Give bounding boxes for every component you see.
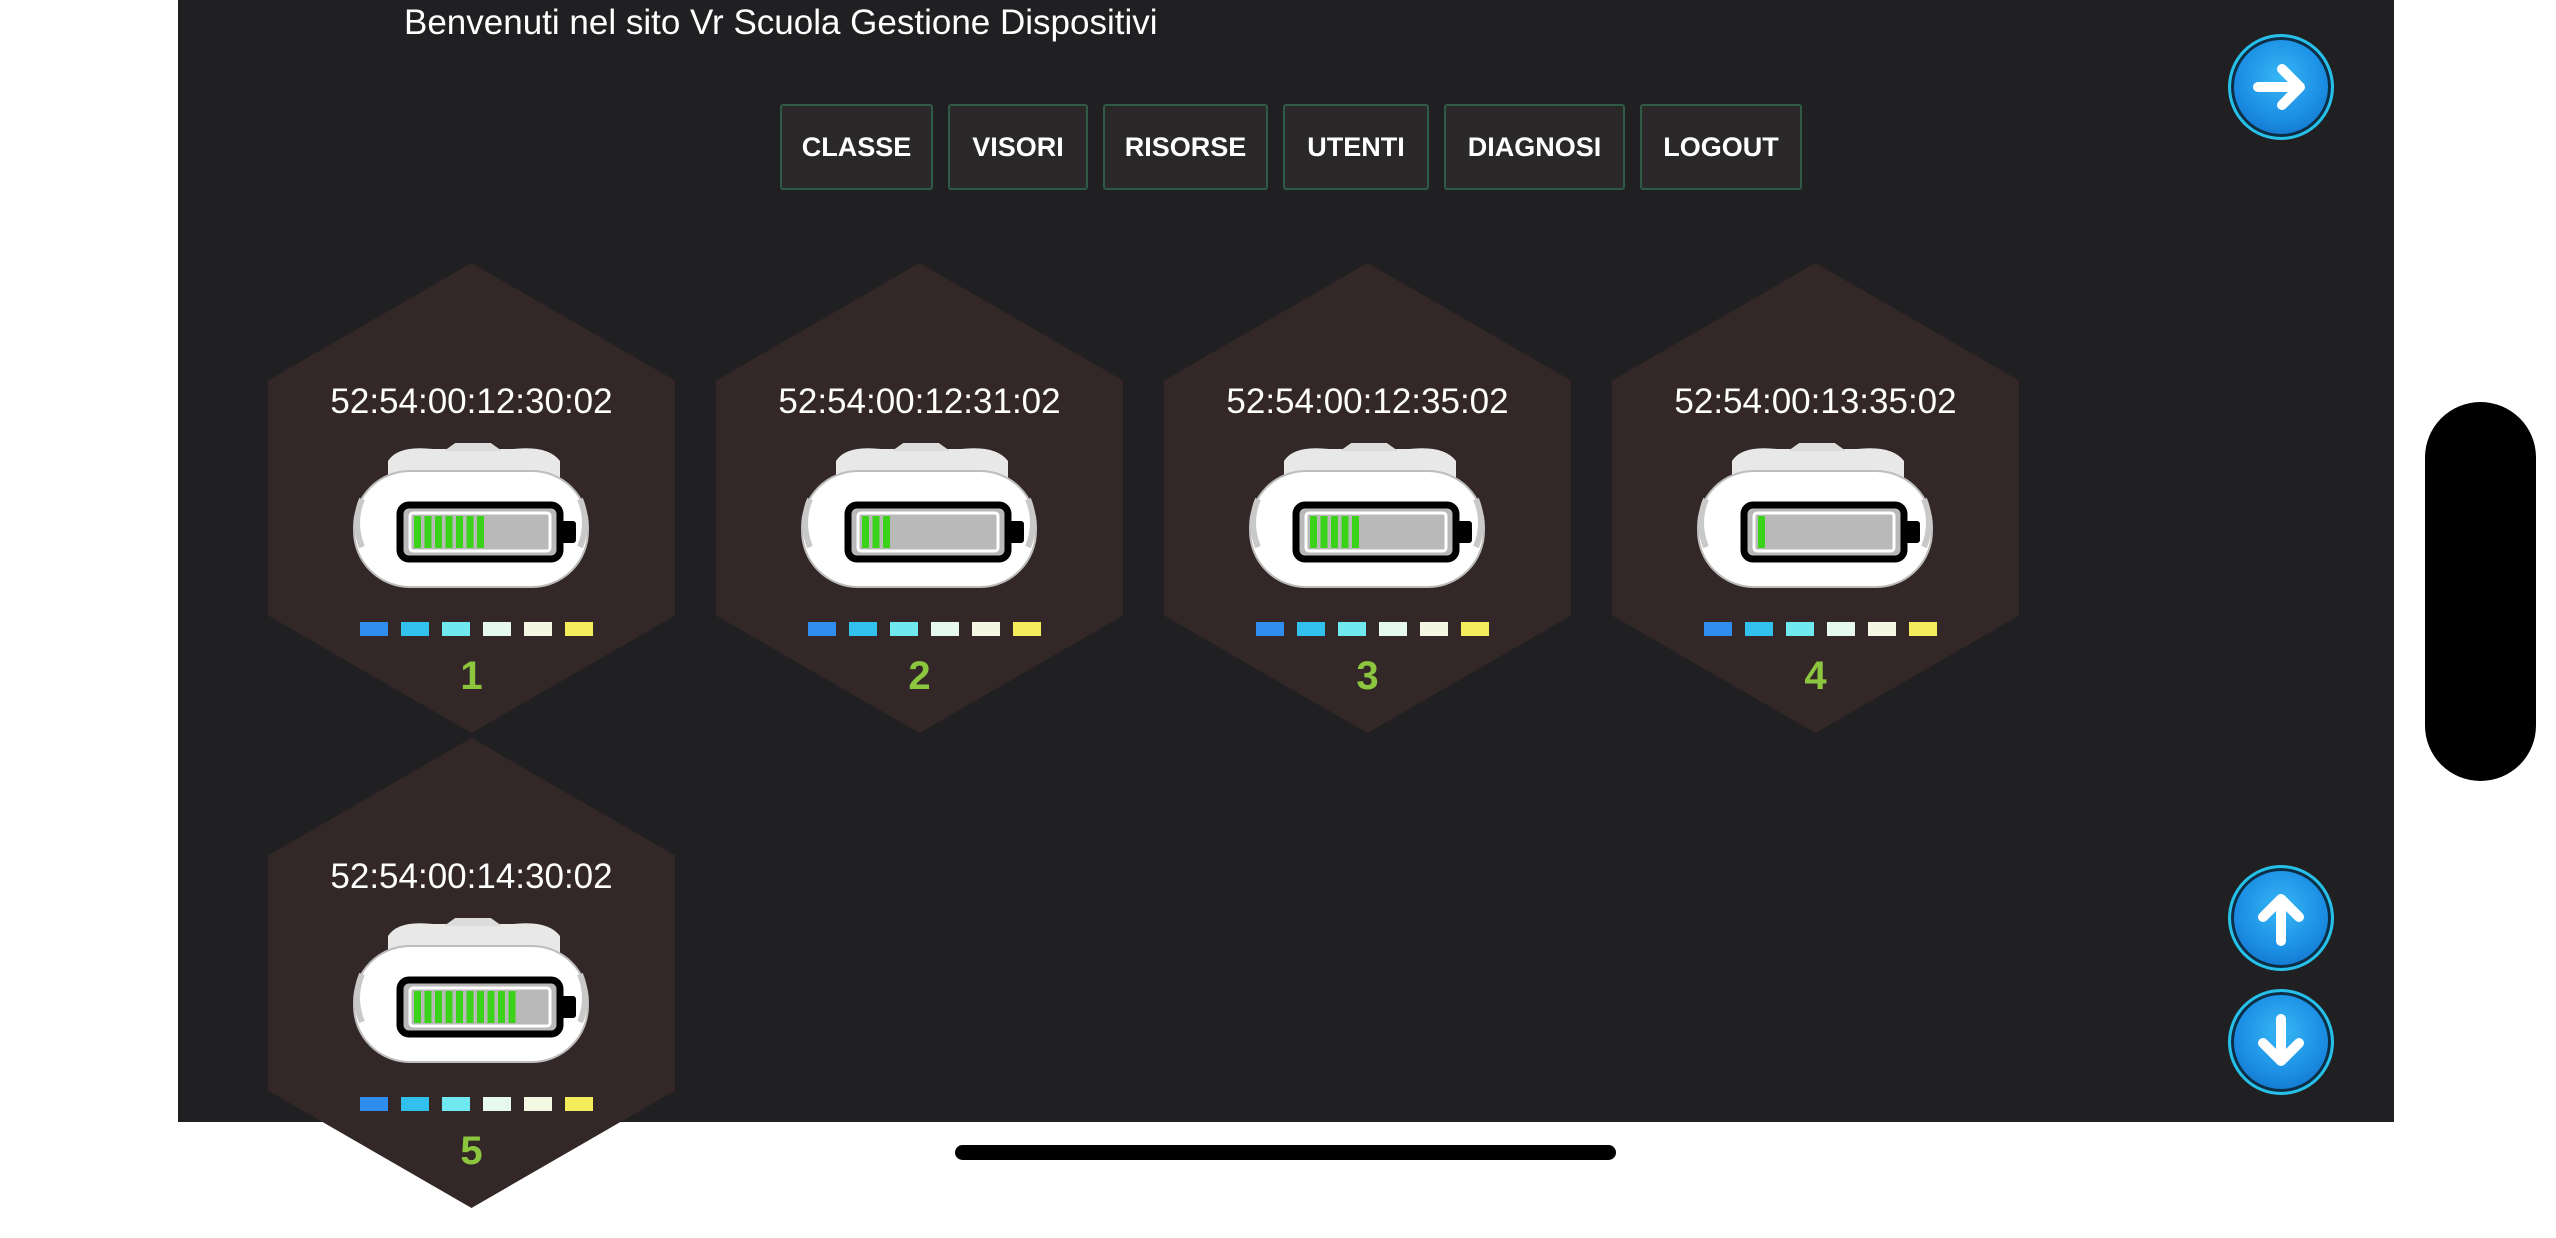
- status-dot: [1379, 622, 1407, 636]
- welcome-text: Benvenuti nel sito Vr Scuola Gestione Di…: [404, 3, 1158, 42]
- vr-headset-battery-icon: [1249, 443, 1485, 588]
- device-number: 1: [460, 654, 483, 698]
- device-number: 5: [460, 1129, 483, 1173]
- status-dot: [1256, 622, 1284, 636]
- status-dot: [565, 1097, 593, 1111]
- scroll-up-button[interactable]: [2228, 865, 2334, 971]
- side-handle[interactable]: [2425, 402, 2536, 781]
- status-dots: [360, 622, 593, 636]
- nav-utenti-button[interactable]: UTENTI: [1283, 104, 1429, 190]
- device-card[interactable]: 52:54:00:14:30:02 5: [268, 738, 675, 1238]
- status-dot: [1420, 622, 1448, 636]
- nav-risorse-button[interactable]: RISORSE: [1103, 104, 1268, 190]
- nav-diagnosi-button[interactable]: DIAGNOSI: [1444, 104, 1625, 190]
- status-dot: [442, 1097, 470, 1111]
- status-dot: [808, 622, 836, 636]
- device-mac: 52:54:00:12:35:02: [1226, 382, 1509, 421]
- status-dot: [1013, 622, 1041, 636]
- device-card[interactable]: 52:54:00:12:31:02 2: [716, 263, 1123, 763]
- status-dot: [972, 622, 1000, 636]
- nav-logout-button[interactable]: LOGOUT: [1640, 104, 1802, 190]
- status-dots: [1256, 622, 1489, 636]
- device-mac: 52:54:00:12:31:02: [778, 382, 1061, 421]
- status-dot: [890, 622, 918, 636]
- device-card[interactable]: 52:54:00:12:35:02 3: [1164, 263, 1571, 763]
- status-dot: [401, 622, 429, 636]
- vr-headset-battery-icon: [353, 918, 589, 1063]
- vr-headset-battery-icon: [801, 443, 1037, 588]
- status-dot: [1868, 622, 1896, 636]
- next-button[interactable]: [2228, 34, 2334, 140]
- status-dot: [1338, 622, 1366, 636]
- device-mac: 52:54:00:12:30:02: [330, 382, 613, 421]
- nav-visori-button[interactable]: VISORI: [948, 104, 1088, 190]
- status-dots: [808, 622, 1041, 636]
- arrow-up-icon: [2258, 894, 2304, 946]
- status-dot: [524, 1097, 552, 1111]
- status-dot: [524, 622, 552, 636]
- status-dot: [565, 622, 593, 636]
- status-dot: [483, 622, 511, 636]
- status-dot: [849, 622, 877, 636]
- device-mac: 52:54:00:13:35:02: [1674, 382, 1957, 421]
- status-dot: [931, 622, 959, 636]
- status-dot: [1827, 622, 1855, 636]
- status-dot: [1786, 622, 1814, 636]
- app-container: Benvenuti nel sito Vr Scuola Gestione Di…: [178, 0, 2394, 1208]
- status-dots: [360, 1097, 593, 1111]
- device-number: 4: [1804, 654, 1827, 698]
- main-nav: CLASSE VISORI RISORSE UTENTI DIAGNOSI LO…: [780, 104, 1802, 190]
- status-dot: [360, 1097, 388, 1111]
- device-number: 3: [1356, 654, 1379, 698]
- vr-headset-battery-icon: [1697, 443, 1933, 588]
- arrow-down-icon: [2258, 1014, 2304, 1066]
- status-dot: [1745, 622, 1773, 636]
- status-dot: [1297, 622, 1325, 636]
- status-dot: [442, 622, 470, 636]
- device-card[interactable]: 52:54:00:12:30:02 1: [268, 263, 675, 763]
- status-dot: [483, 1097, 511, 1111]
- device-number: 2: [908, 654, 931, 698]
- status-dot: [1461, 622, 1489, 636]
- scroll-down-button[interactable]: [2228, 989, 2334, 1095]
- status-dot: [360, 622, 388, 636]
- device-mac: 52:54:00:14:30:02: [330, 857, 613, 896]
- arrow-right-icon: [2253, 64, 2305, 110]
- home-indicator[interactable]: [955, 1145, 1616, 1160]
- status-dot: [1909, 622, 1937, 636]
- status-dots: [1704, 622, 1937, 636]
- status-dot: [1704, 622, 1732, 636]
- status-dot: [401, 1097, 429, 1111]
- nav-classe-button[interactable]: CLASSE: [780, 104, 933, 190]
- device-card[interactable]: 52:54:00:13:35:02 4: [1612, 263, 2019, 763]
- vr-headset-battery-icon: [353, 443, 589, 588]
